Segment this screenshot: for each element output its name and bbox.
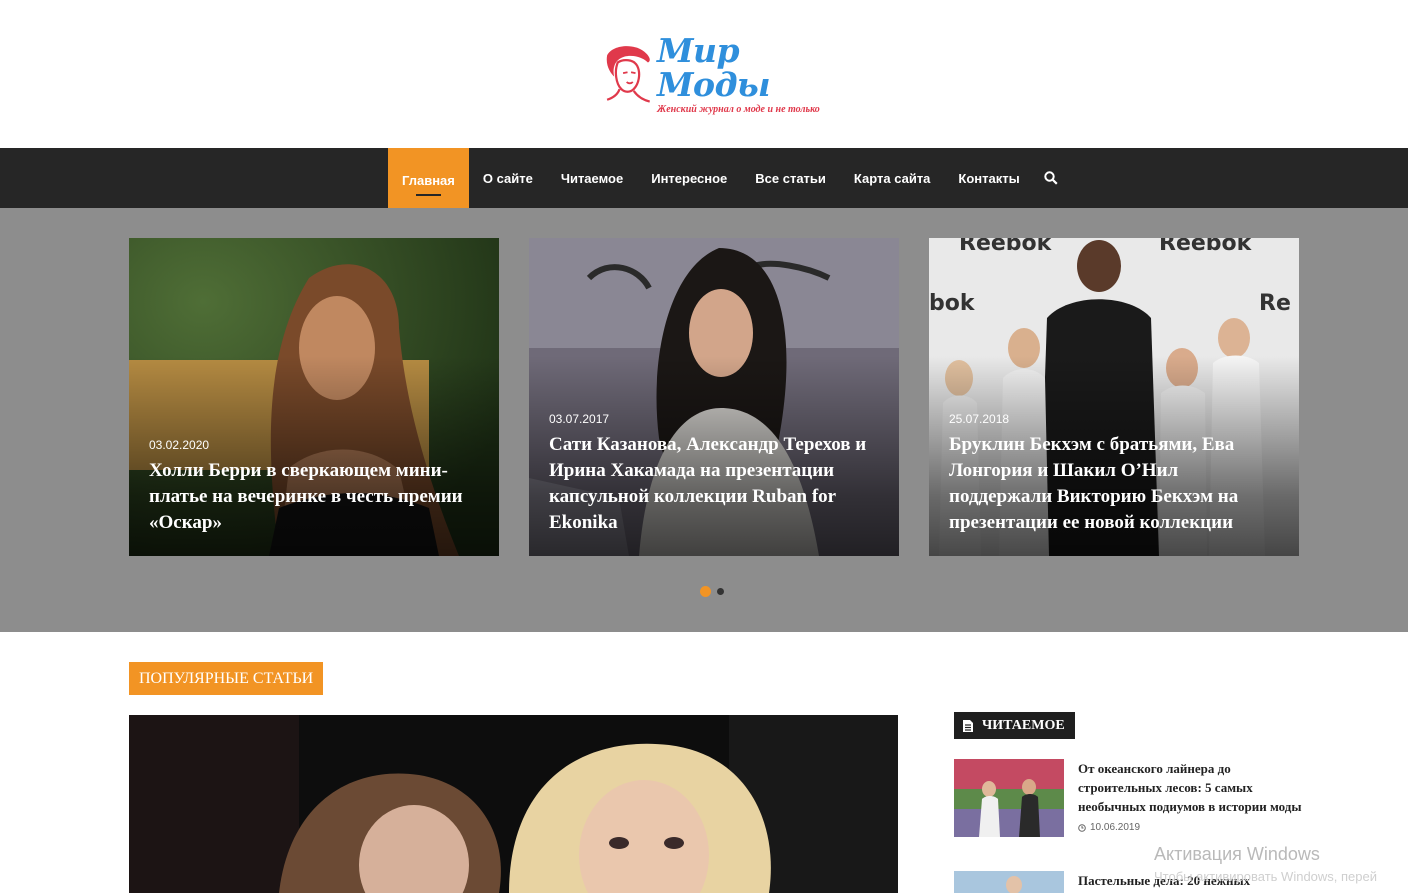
clock-icon [1078,823,1086,832]
thumbnail-photo [954,759,1064,837]
slide-card[interactable]: 03.07.2017 Сати Казанова, Александр Тере… [529,238,899,556]
article-thumbnail[interactable] [954,871,1064,893]
slide-title[interactable]: Холли Берри в сверкающем мини-платье на … [149,458,481,536]
sidebar-widget-title-text: ЧИТАЕМОЕ [982,717,1065,733]
slide-title[interactable]: Бруклин Бекхэм с братьями, Ева Лонгория … [949,432,1281,536]
nav-item-home[interactable]: Главная [388,148,469,212]
search-button[interactable] [1034,148,1068,208]
logo-title: Мир Моды [657,30,771,104]
thumbnail-photo [954,871,1064,893]
sidebar-article-title[interactable]: От океанского лайнера до строительных ле… [1078,759,1304,816]
nav-item-sitemap[interactable]: Карта сайта [840,148,945,208]
document-icon [963,719,973,732]
slide-date: 03.02.2020 [149,438,210,452]
slider-pagination [700,586,724,597]
sidebar-article[interactable]: От океанского лайнера до строительных ле… [954,759,1304,837]
slider-dot[interactable] [700,586,711,597]
search-icon [1044,171,1058,185]
slider-dot[interactable] [717,588,724,595]
nav-item-about[interactable]: О сайте [469,148,547,208]
svg-text:Reebok: Reebok [1159,238,1253,256]
featured-photo [129,715,898,893]
logo-woman-icon [606,46,650,103]
site-logo[interactable]: Мир Моды Женский журнал о моде и не толь… [600,33,840,115]
slide-date: 03.07.2017 [549,412,610,426]
svg-text:Reebok: Reebok [959,238,1053,256]
sidebar-article-date: 10.06.2019 [1078,822,1304,833]
slide-title[interactable]: Сати Казанова, Александр Терехов и Ирина… [549,432,881,536]
nav-item-interesting[interactable]: Интересное [637,148,741,208]
article-thumbnail[interactable] [954,759,1064,837]
main-navigation: Главная О сайте Читаемое Интересное Все … [0,148,1408,212]
sidebar-article-date-text: 10.06.2019 [1090,822,1141,833]
nav-item-all-articles[interactable]: Все статьи [741,148,840,208]
windows-activation-watermark: Активация Windows [1154,844,1320,864]
logo-tagline: Женский журнал о моде и не только [657,103,820,115]
nav-item-readable[interactable]: Читаемое [547,148,637,208]
windows-activation-hint: Чтобы активировать Windows, перей [1154,869,1378,884]
featured-article-image[interactable] [129,715,898,893]
slide-date: 25.07.2018 [949,412,1010,426]
slide-card[interactable]: 03.02.2020 Холли Берри в сверкающем мини… [129,238,499,556]
site-header: Мир Моды Женский журнал о моде и не толь… [0,0,1408,148]
popular-articles-heading: ПОПУЛЯРНЫЕ СТАТЬИ [129,662,324,695]
slide-card[interactable]: Reebok Reebok bok Re 25.07.2018 Бруклин … [929,238,1299,556]
nav-item-contacts[interactable]: Контакты [944,148,1033,208]
svg-text:bok: bok [929,291,976,316]
svg-text:Re: Re [1259,291,1291,316]
sidebar-widget-title: ЧИТАЕМОЕ [954,712,1075,739]
featured-slider: 03.02.2020 Холли Берри в сверкающем мини… [0,208,1408,632]
